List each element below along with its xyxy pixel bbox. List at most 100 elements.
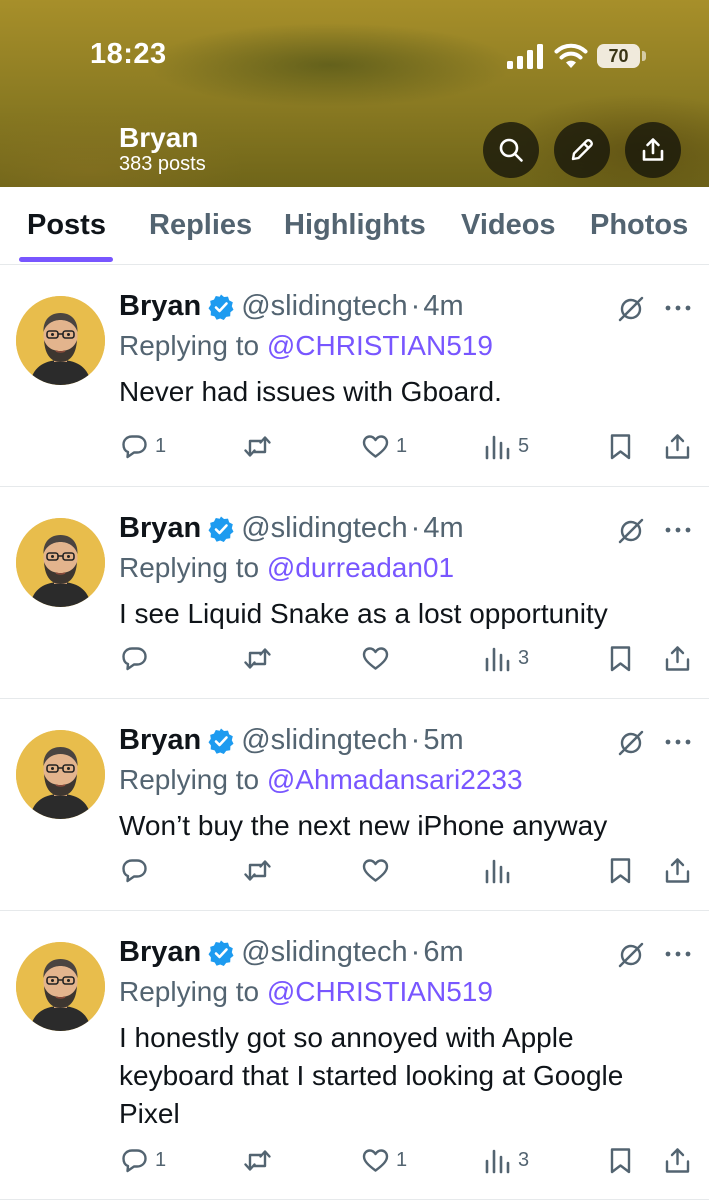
avatar[interactable] — [16, 518, 105, 607]
repost-button[interactable] — [243, 638, 278, 678]
bookmark-button[interactable] — [606, 426, 635, 466]
reply-button[interactable]: 1 — [120, 426, 166, 466]
avatar[interactable] — [16, 296, 105, 385]
post[interactable]: Bryan @slidingtech · 4m Replying to @dur… — [0, 487, 709, 699]
share-button[interactable] — [663, 1140, 692, 1180]
author-handle[interactable]: @slidingtech — [241, 290, 407, 323]
tab-highlights[interactable]: Highlights — [284, 209, 426, 242]
reply-button[interactable] — [120, 638, 155, 678]
reply-icon — [122, 858, 147, 882]
replying-to-handle[interactable]: @durreadan01 — [267, 552, 454, 583]
separator-dot: · — [410, 512, 421, 544]
grok-icon[interactable] — [617, 941, 645, 969]
separator-dot: · — [410, 724, 421, 756]
post-time[interactable]: 5m — [423, 724, 463, 757]
post[interactable]: Bryan @slidingtech · 4m Replying to @CHR… — [0, 265, 709, 487]
post-text: I honestly got so annoyed with Apple key… — [119, 1022, 624, 1129]
pen-icon — [571, 139, 593, 161]
like-button[interactable] — [361, 850, 396, 890]
tab-replies[interactable]: Replies — [149, 209, 252, 242]
repost-button[interactable] — [243, 426, 278, 466]
separator-dot: · — [410, 290, 421, 322]
tab-posts[interactable]: Posts — [27, 209, 106, 242]
replying-to-handle[interactable]: @CHRISTIAN519 — [267, 976, 493, 1007]
repost-button[interactable] — [243, 850, 278, 890]
author-name[interactable]: Bryan — [119, 724, 201, 757]
grok-icon[interactable] — [617, 729, 645, 757]
replying-to-handle[interactable]: @CHRISTIAN519 — [267, 330, 493, 361]
active-tab-indicator — [19, 257, 113, 262]
share-icon — [665, 1147, 690, 1173]
more-options-icon[interactable] — [664, 303, 692, 313]
replying-to-handle[interactable]: @Ahmadansari2233 — [267, 764, 523, 795]
repost-button[interactable] — [243, 1140, 278, 1180]
avatar-image — [16, 296, 105, 385]
share-button[interactable] — [663, 426, 692, 466]
tab-videos[interactable]: Videos — [461, 209, 556, 242]
author-name[interactable]: Bryan — [119, 512, 201, 545]
more-options-icon[interactable] — [664, 949, 692, 959]
replying-to-label: Replying to — [119, 552, 267, 583]
share-button[interactable] — [663, 638, 692, 678]
like-button[interactable]: 1 — [361, 1140, 407, 1180]
post-author-line: Bryan @slidingtech · 6m — [119, 936, 464, 969]
author-handle[interactable]: @slidingtech — [241, 724, 407, 757]
share-icon — [665, 645, 690, 671]
repost-icon — [244, 647, 271, 669]
replying-to-line: Replying to @Ahmadansari2233 — [119, 764, 523, 796]
grok-icon[interactable] — [617, 295, 645, 323]
profile-name: Bryan — [119, 122, 199, 153]
edit-button[interactable] — [554, 122, 610, 178]
share-profile-button[interactable] — [625, 122, 681, 178]
author-handle[interactable]: @slidingtech — [241, 936, 407, 969]
bookmark-button[interactable] — [606, 638, 635, 678]
bookmark-button[interactable] — [606, 850, 635, 890]
like-button[interactable]: 1 — [361, 426, 407, 466]
reply-icon — [122, 646, 147, 670]
tab-photos[interactable]: Photos — [590, 209, 688, 242]
author-name[interactable]: Bryan — [119, 290, 201, 323]
avatar[interactable] — [16, 942, 105, 1031]
reply-button[interactable]: 1 — [120, 1140, 166, 1180]
author-handle[interactable]: @slidingtech — [241, 512, 407, 545]
post-time[interactable]: 4m — [423, 290, 463, 323]
views-button[interactable] — [483, 850, 518, 890]
bookmark-button[interactable] — [606, 1140, 635, 1180]
replying-to-line: Replying to @durreadan01 — [119, 552, 454, 584]
reply-count: 1 — [155, 434, 167, 457]
heart-icon — [362, 858, 389, 882]
post[interactable]: Bryan @slidingtech · 6m Replying to @CHR… — [0, 911, 709, 1200]
more-options-icon[interactable] — [664, 737, 692, 747]
views-count: 3 — [518, 646, 530, 669]
views-button[interactable]: 3 — [483, 638, 529, 678]
separator-dot: · — [410, 936, 421, 968]
post-actions: 1 1 — [0, 1140, 709, 1180]
post-actions: 1 1 — [0, 426, 709, 466]
share-button[interactable] — [663, 850, 692, 890]
like-count: 1 — [396, 434, 408, 457]
views-chart-icon — [485, 435, 510, 459]
repost-icon — [244, 435, 271, 457]
post-time[interactable]: 4m — [423, 512, 463, 545]
share-icon — [665, 857, 690, 883]
views-button[interactable]: 5 — [483, 426, 529, 466]
bookmark-icon — [610, 857, 631, 883]
reply-count: 1 — [155, 1148, 167, 1171]
avatar[interactable] — [16, 730, 105, 819]
views-chart-icon — [485, 1149, 510, 1173]
post[interactable]: Bryan @slidingtech · 5m Replying to @Ahm… — [0, 699, 709, 911]
verified-badge-icon — [208, 516, 234, 542]
author-name[interactable]: Bryan — [119, 936, 201, 969]
post-author-line: Bryan @slidingtech · 5m — [119, 724, 464, 757]
grok-icon[interactable] — [617, 517, 645, 545]
profile-header: 18:23 70 Bryan 383 posts — [0, 0, 709, 187]
search-button[interactable] — [483, 122, 539, 178]
like-button[interactable] — [361, 638, 396, 678]
more-options-icon[interactable] — [664, 525, 692, 535]
reply-button[interactable] — [120, 850, 155, 890]
post-time[interactable]: 6m — [423, 936, 463, 969]
verified-badge-icon — [208, 940, 234, 966]
views-chart-icon — [485, 647, 510, 671]
post-text: Won’t buy the next new iPhone anyway — [119, 810, 608, 841]
views-button[interactable]: 3 — [483, 1140, 529, 1180]
